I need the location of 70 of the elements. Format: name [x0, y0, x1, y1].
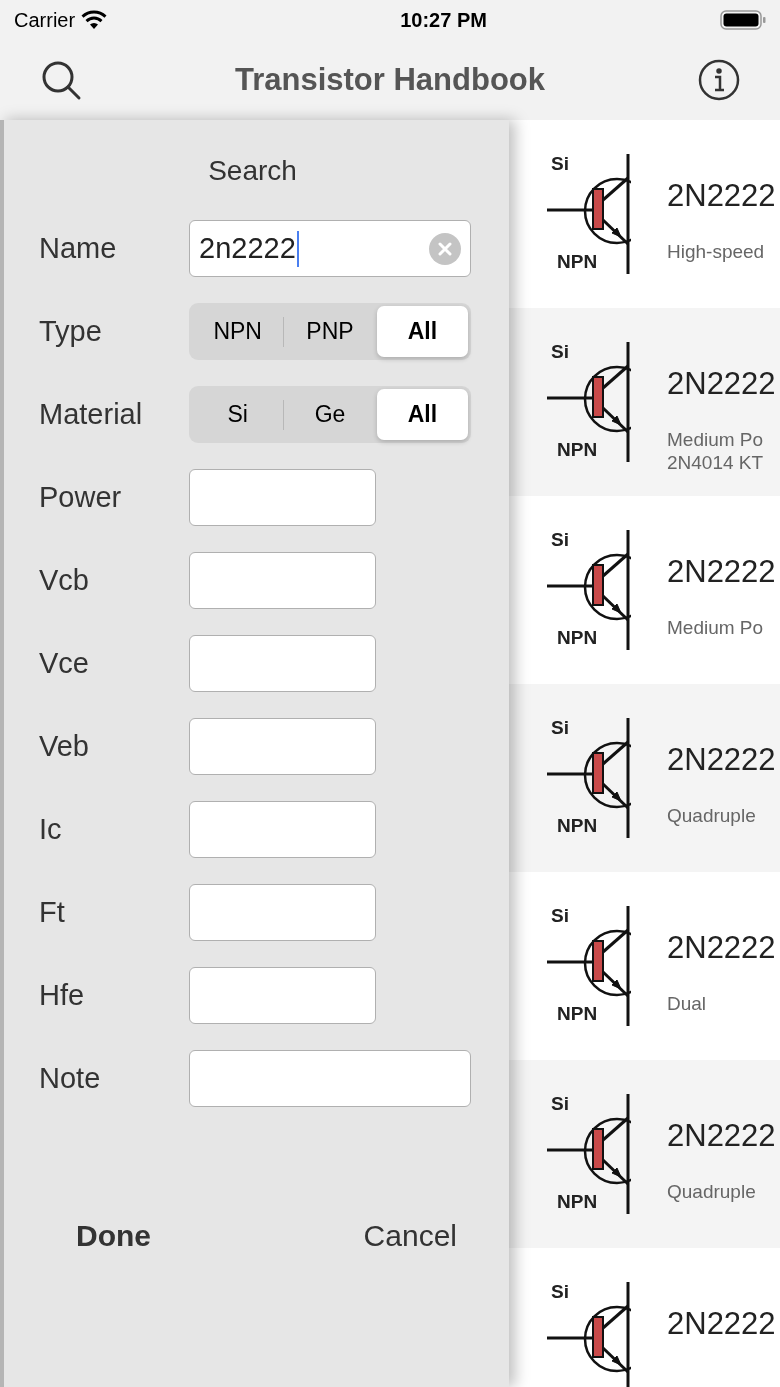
- input-field[interactable]: [189, 884, 376, 941]
- field-label: Vcb: [39, 562, 90, 598]
- type-label: NPN: [557, 1192, 598, 1211]
- material-label: Si: [551, 718, 569, 737]
- type-label: NPN: [557, 1004, 598, 1023]
- input-field[interactable]: 2n2222: [189, 220, 471, 277]
- material-label: Si: [551, 1094, 569, 1113]
- transistor-name: 2N2222: [667, 929, 776, 967]
- input-field[interactable]: [189, 552, 376, 609]
- field-label: Vce: [39, 645, 90, 681]
- material-label: Si: [551, 154, 569, 173]
- field-label: Hfe: [39, 977, 86, 1013]
- panel-action-button[interactable]: Done: [76, 1213, 151, 1258]
- carrier-label: Carrier: [14, 8, 76, 33]
- transistor-description: High-speed: [667, 240, 766, 263]
- input-field[interactable]: [189, 1050, 471, 1107]
- segment-option[interactable]: Si: [192, 389, 284, 440]
- panel-title: Search: [208, 154, 297, 188]
- field-label: Material: [39, 396, 144, 432]
- segment-option[interactable]: Ge: [284, 389, 376, 440]
- input-field[interactable]: [189, 967, 376, 1024]
- transistor-name: 2N2222: [667, 553, 776, 591]
- transistor-description: Quadruple: [667, 1180, 757, 1203]
- transistor-description: Medium Po: [667, 616, 765, 639]
- text-cursor: [296, 230, 299, 267]
- material-label: Si: [551, 1282, 569, 1301]
- input-field[interactable]: [189, 801, 376, 858]
- material-label: Si: [551, 530, 569, 549]
- search-button[interactable]: [40, 59, 82, 101]
- material-label: Si: [551, 342, 569, 361]
- field-label: Note: [39, 1060, 102, 1096]
- field-label: Veb: [39, 728, 90, 764]
- battery-icon: [720, 10, 766, 30]
- type-label: NPN: [557, 252, 598, 271]
- transistor-name: 2N2222: [667, 1305, 776, 1343]
- input-field[interactable]: [189, 469, 376, 526]
- field-value: 2n2222: [199, 230, 296, 266]
- clock-time: 10:27 PM: [400, 8, 487, 33]
- transistor-description: Dual: [667, 992, 708, 1015]
- transistor-name: 2N2222: [667, 177, 776, 215]
- transistor-description: 2N4014 KT: [667, 451, 765, 474]
- field-label: Ic: [39, 811, 63, 847]
- transistor-row[interactable]: Si 2N2222: [509, 1248, 780, 1387]
- type-label: NPN: [557, 816, 598, 835]
- type-label: NPN: [557, 628, 598, 647]
- clear-icon[interactable]: [429, 232, 461, 265]
- input-field[interactable]: [189, 718, 376, 775]
- transistor-row[interactable]: Si NPN 2N2222 Medium Po: [509, 496, 780, 684]
- segment-option[interactable]: All: [376, 306, 468, 357]
- transistor-row[interactable]: Si NPN 2N2222 High-speed: [509, 120, 780, 308]
- wifi-icon: [81, 10, 108, 30]
- segment-option[interactable]: All: [376, 389, 468, 440]
- field-label: Type: [39, 313, 103, 349]
- segment-option[interactable]: NPN: [192, 306, 284, 357]
- field-label: Power: [39, 479, 123, 515]
- material-label: Si: [551, 906, 569, 925]
- panel-action-button[interactable]: Cancel: [363, 1213, 457, 1258]
- transistor-name: 2N2222: [667, 365, 776, 403]
- transistor-description: Quadruple: [667, 804, 757, 827]
- transistor-name: 2N2222: [667, 1117, 776, 1155]
- segment-option[interactable]: PNP: [284, 306, 376, 357]
- transistor-description: Medium Po: [667, 428, 765, 451]
- input-field[interactable]: [189, 635, 376, 692]
- transistor-name: 2N2222: [667, 741, 776, 779]
- field-label: Name: [39, 230, 118, 266]
- app-title: Transistor Handbook: [234, 60, 545, 99]
- transistor-row[interactable]: Si NPN 2N2222 Dual: [509, 872, 780, 1060]
- type-label: NPN: [557, 440, 598, 459]
- info-button[interactable]: [698, 59, 740, 101]
- field-label: Ft: [39, 894, 66, 930]
